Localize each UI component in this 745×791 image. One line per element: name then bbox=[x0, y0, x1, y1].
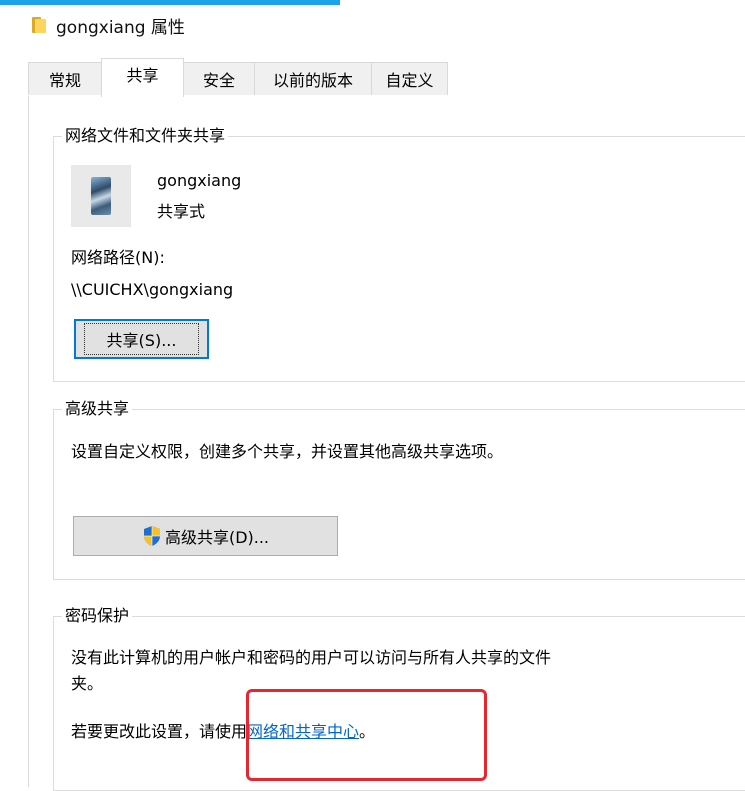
tab-general[interactable]: 常规 bbox=[28, 62, 102, 95]
shared-folder-name: gongxiang bbox=[157, 171, 242, 190]
window-title: gongxiang 属性 bbox=[56, 17, 185, 38]
password-description-line1: 没有此计算机的用户帐户和密码的用户可以访问与所有人共享的文件 bbox=[71, 648, 552, 667]
folder-preview-image bbox=[91, 177, 111, 215]
advanced-sharing-group: 高级共享 设置自定义权限，创建多个共享，并设置其他高级共享选项。 高级共享(D)… bbox=[53, 398, 745, 580]
network-sharing-group: 网络文件和文件夹共享 gongxiang 共享式 网络路径(N): \\CUIC… bbox=[53, 125, 745, 382]
tab-strip: 常规 共享 安全 以前的版本 自定义 bbox=[28, 58, 745, 97]
password-description-line2: 夹。 bbox=[71, 674, 104, 693]
network-sharing-group-label: 网络文件和文件夹共享 bbox=[62, 125, 229, 147]
window-accent-bar bbox=[0, 0, 340, 5]
tab-security[interactable]: 安全 bbox=[183, 62, 255, 95]
share-button[interactable]: 共享(S)... bbox=[74, 319, 209, 359]
change-setting-prefix: 若要更改此设置，请使用 bbox=[71, 722, 248, 741]
password-protection-group-label: 密码保护 bbox=[62, 605, 133, 627]
sharing-panel: 网络文件和文件夹共享 gongxiang 共享式 网络路径(N): \\CUIC… bbox=[28, 96, 745, 791]
title-bar: gongxiang 属性 bbox=[32, 10, 185, 40]
tab-sharing[interactable]: 共享 bbox=[101, 58, 184, 97]
network-path-label: 网络路径(N): bbox=[71, 248, 165, 267]
uac-shield-icon bbox=[143, 526, 160, 546]
share-status: 共享式 bbox=[157, 202, 206, 221]
advanced-sharing-description: 设置自定义权限，创建多个共享，并设置其他高级共享选项。 bbox=[71, 442, 504, 461]
tab-customize[interactable]: 自定义 bbox=[371, 62, 448, 95]
share-button-label: 共享(S)... bbox=[83, 323, 200, 355]
shared-folder-thumbnail bbox=[71, 165, 131, 227]
annotation-highlight-box bbox=[246, 689, 487, 781]
properties-dialog: 常规 共享 安全 以前的版本 自定义 网络文件和文件夹共享 gongxiang … bbox=[28, 58, 745, 791]
advanced-sharing-button-label: 高级共享(D)... bbox=[164, 528, 270, 547]
tab-previous-versions[interactable]: 以前的版本 bbox=[254, 62, 372, 95]
network-path-value: \\CUICHX\gongxiang bbox=[71, 280, 234, 299]
advanced-sharing-button[interactable]: 高级共享(D)... bbox=[73, 516, 338, 556]
folder-icon bbox=[32, 17, 46, 33]
advanced-sharing-group-label: 高级共享 bbox=[62, 398, 133, 420]
